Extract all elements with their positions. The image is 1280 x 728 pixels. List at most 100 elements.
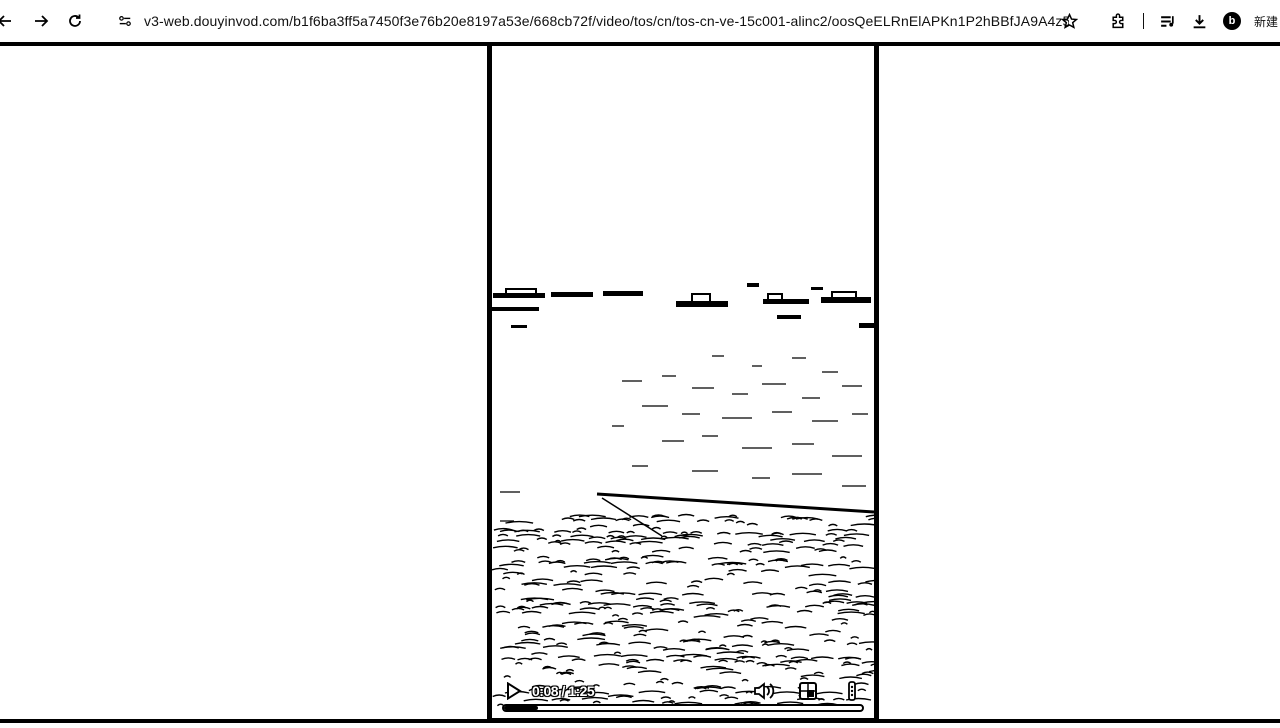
water-ripple	[616, 538, 634, 542]
water-ripple	[739, 549, 752, 553]
water-ripple	[562, 587, 583, 591]
water-ripple	[603, 622, 614, 625]
media-playlist-icon	[1161, 15, 1175, 27]
water-ripple	[637, 670, 662, 674]
water-ripple	[678, 546, 694, 550]
back-button[interactable]	[0, 8, 18, 34]
water-ripple	[796, 609, 813, 613]
water-ripple	[610, 561, 638, 565]
browser-toolbar: v3-web.douyinvod.com/b1f6ba3ff5a7450f3e7…	[0, 0, 1280, 42]
water-ripple	[775, 654, 787, 658]
water-ripple	[845, 528, 858, 532]
water-ripple	[784, 565, 810, 569]
water-ripple	[583, 560, 611, 564]
water-ripple	[825, 533, 838, 536]
water-ripple	[718, 659, 728, 663]
bookmark-star-button[interactable]	[1059, 10, 1081, 32]
video-player[interactable]: 0:08 / 1:25	[487, 42, 879, 722]
water-ripple	[789, 532, 817, 536]
water-ripple	[809, 518, 823, 522]
address-bar[interactable]: v3-web.douyinvod.com/b1f6ba3ff5a7450f3e7…	[96, 6, 1069, 36]
water-ripple	[579, 601, 592, 604]
water-ripple	[638, 629, 648, 633]
water-ripple	[863, 613, 874, 617]
profile-button[interactable]: b	[1221, 10, 1243, 32]
reading-list-button[interactable]	[1157, 10, 1179, 32]
volume-icon	[754, 682, 775, 700]
water-ripple	[626, 666, 648, 670]
water-ripple	[570, 570, 578, 573]
water-ripple	[756, 662, 768, 665]
picture-in-picture-button[interactable]	[796, 679, 820, 703]
arrow-left-icon	[0, 15, 11, 27]
extensions-button[interactable]	[1108, 10, 1130, 32]
water-ripple	[626, 530, 635, 534]
water-ripple	[749, 547, 763, 550]
water-ripple	[682, 639, 701, 643]
water-ripple	[747, 542, 762, 546]
forward-button[interactable]	[28, 8, 54, 34]
new-tab-label[interactable]: 新建	[1254, 13, 1278, 30]
water-ripple	[524, 632, 541, 636]
water-ripple	[521, 610, 542, 614]
water-ripple	[554, 530, 572, 533]
water-ripple	[645, 658, 665, 662]
downloads-button[interactable]	[1189, 10, 1211, 32]
water-ripple	[858, 641, 874, 645]
water-ripple	[735, 532, 763, 535]
reload-icon	[69, 14, 81, 27]
water-ripple	[590, 565, 618, 569]
water-ripple	[677, 513, 695, 517]
water-ripple	[714, 516, 739, 519]
water-ripple	[565, 668, 575, 672]
water-ripple	[661, 608, 680, 612]
water-ripple	[711, 563, 725, 566]
water-ripple	[870, 663, 874, 667]
water-ripple	[526, 599, 534, 603]
water-ripple	[751, 592, 773, 595]
reload-button[interactable]	[62, 8, 88, 34]
water-ripple	[597, 545, 615, 549]
water-ripple	[582, 633, 606, 637]
water-ripple	[556, 642, 568, 646]
water-ripple	[590, 517, 617, 521]
water-ripple	[561, 621, 587, 625]
water-ripple	[795, 546, 815, 549]
volume-button[interactable]	[752, 679, 776, 703]
profile-avatar: b	[1222, 12, 1241, 30]
water-ripple	[828, 580, 851, 584]
url-text[interactable]: v3-web.douyinvod.com/b1f6ba3ff5a7450f3e7…	[144, 13, 1069, 29]
progress-bar[interactable]	[502, 704, 864, 712]
water-ripple	[568, 611, 596, 615]
video-surface[interactable]: 0:08 / 1:25	[492, 46, 874, 718]
arrow-right-icon	[35, 15, 49, 27]
water-ripple	[676, 533, 703, 537]
water-ripple	[635, 597, 655, 601]
water-ripple	[492, 567, 509, 571]
more-options-button[interactable]	[840, 679, 864, 703]
water-ripple	[778, 540, 794, 544]
water-ripple	[731, 644, 753, 648]
water-ripple	[528, 657, 542, 661]
water-ripple	[571, 658, 586, 662]
water-ripple	[843, 544, 864, 547]
water-ripple	[825, 589, 849, 593]
water-ripple	[784, 625, 807, 629]
water-ripple	[584, 541, 603, 544]
water-ripple	[542, 645, 568, 648]
water-ripple	[760, 569, 780, 573]
play-button[interactable]	[502, 679, 526, 703]
water-ripple	[580, 579, 603, 583]
water-ripple	[767, 559, 789, 563]
water-ripple	[828, 598, 852, 602]
water-ripple	[538, 560, 553, 564]
site-info-icon[interactable]	[114, 10, 136, 32]
water-ripple	[623, 626, 644, 629]
water-ripple	[499, 563, 524, 567]
water-ripple	[837, 611, 865, 615]
water-ripple	[716, 531, 731, 535]
water-ripple	[857, 582, 873, 585]
water-ripple	[728, 568, 747, 572]
water-ripple	[628, 641, 651, 645]
water-ripple	[766, 605, 791, 608]
